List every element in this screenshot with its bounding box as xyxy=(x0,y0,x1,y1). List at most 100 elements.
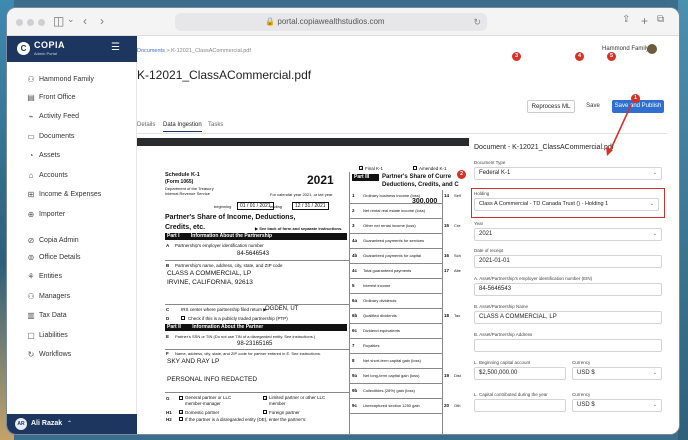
part3-tag: Part III xyxy=(352,174,379,181)
page-title: K-12021_ClassACommercial.pdf xyxy=(137,68,312,82)
line-divider xyxy=(349,353,442,354)
new-tab-icon[interactable]: + xyxy=(641,14,648,28)
sidebar-item-copia-admin[interactable]: ⊘ Copia Admin xyxy=(7,235,137,249)
line-number: 1 xyxy=(352,193,355,198)
amended-k1-label: Amended K-1 xyxy=(419,166,447,171)
sidebar-item-managers[interactable]: ⚇ Managers xyxy=(7,291,137,305)
line-g-letter: G xyxy=(166,396,170,401)
ein-label: A. Asset/Partnership's employer identifi… xyxy=(474,276,593,281)
save-button[interactable]: Save xyxy=(580,100,606,113)
sidebar-item-workflows[interactable]: ↻ Workflows xyxy=(7,349,137,363)
sidebar-item-activity-feed[interactable]: ⌁ Activity Feed xyxy=(7,111,137,125)
sidebar-item-label: Workflows xyxy=(39,351,72,358)
sidebar-item-hammond-family[interactable]: ⚇ Hammond Family xyxy=(7,74,137,88)
line-label: Collectibles (28%) gain (loss) xyxy=(363,388,415,393)
workflow-icon: ↻ xyxy=(27,350,35,359)
line-number: 9a xyxy=(352,373,358,378)
user-menu[interactable]: AR Ali Razak ⌃ xyxy=(7,414,137,434)
document-type-select[interactable]: Federal K-1 ⌄ xyxy=(474,167,662,180)
sidebar-toggle-icon[interactable]: ◫ xyxy=(53,14,64,28)
tab-details[interactable]: Details xyxy=(137,122,155,128)
currency-select[interactable]: USD $ ⌄ xyxy=(572,367,662,380)
share-icon[interactable]: ⇪ xyxy=(622,14,630,25)
family-switcher[interactable]: Hammond Family xyxy=(602,46,649,52)
line-f-letter: F xyxy=(166,351,169,356)
copia-logo-icon: C xyxy=(17,42,30,55)
money-icon: ⊞ xyxy=(27,190,35,199)
line-number: 2 xyxy=(352,208,355,213)
sidebar-item-label: Activity Feed xyxy=(39,113,80,120)
sidebar-item-accounts[interactable]: ⌂ Accounts xyxy=(7,170,137,184)
capital-value: $2,500,000.00 xyxy=(479,370,518,376)
sidebar-item-label: Importer xyxy=(39,211,66,218)
partnership-address-label: B. Asset/Partnership Address xyxy=(474,332,533,337)
line-label: Dividend equivalents xyxy=(363,328,400,333)
irs-text: Internal Revenue Service xyxy=(165,191,210,196)
sidebar-item-office-details[interactable]: ⊚ Office Details xyxy=(7,252,137,266)
sidebar-item-entities[interactable]: ⚘ Entities xyxy=(7,271,137,285)
pdf-viewer[interactable]: Schedule K-1 (Form 1065) Department of t… xyxy=(137,138,472,434)
breadcrumb-documents-link[interactable]: Documents xyxy=(137,48,165,54)
sidebar-item-tax-data[interactable]: ▥ Tax Data xyxy=(7,310,137,324)
line-divider xyxy=(349,263,442,264)
tax-icon: ▥ xyxy=(27,311,35,320)
zoom-window-button[interactable] xyxy=(38,19,45,26)
reprocess-ml-button[interactable]: Reprocess ML xyxy=(527,100,575,113)
minimize-window-button[interactable] xyxy=(27,19,34,26)
chevron-down-icon: ⌄ xyxy=(652,170,657,176)
line-number: 4a xyxy=(352,238,358,243)
sidebar-item-documents[interactable]: ▭ Documents xyxy=(7,131,137,145)
partnership-name-value: CLASS A COMMERCIAL, LP xyxy=(479,314,557,320)
line-h1-letter: H1 xyxy=(166,410,172,415)
sidebar-item-label: Documents xyxy=(39,133,75,140)
user-name: Ali Razak xyxy=(31,420,63,427)
sidebar-item-assets[interactable]: ◔ Assets xyxy=(7,150,137,164)
document-panel: Document - K-12021_ClassACommercial.pdf … xyxy=(469,138,679,434)
irs-center: OGDEN, UT xyxy=(265,306,299,312)
back-icon[interactable]: ‹ xyxy=(83,14,87,28)
reload-icon[interactable]: ↻ xyxy=(473,13,481,31)
liability-icon: ▢ xyxy=(27,331,35,340)
partnership-address-input[interactable] xyxy=(474,339,662,352)
column-divider xyxy=(349,172,350,434)
collapse-menu-icon[interactable]: ☰ xyxy=(111,42,120,53)
contrib-label: L. Capital contributed during the year xyxy=(474,392,548,397)
form-title-2: Credits, etc. xyxy=(165,224,206,231)
bank-icon: ⌂ xyxy=(28,171,34,180)
line-divider xyxy=(349,218,442,219)
line-label: Net short-term capital gain (loss) xyxy=(363,358,421,363)
part1-tag: Part I xyxy=(167,233,180,239)
family-avatar[interactable] xyxy=(647,44,657,54)
capital-input[interactable]: $2,500,000.00 xyxy=(474,367,566,380)
line-sub-number: 17 xyxy=(444,268,450,273)
address-bar[interactable]: 🔒 portal.copiawealthstudios.com ↻ xyxy=(175,13,487,31)
brand-name: COPIA xyxy=(34,40,66,50)
currency-2-select[interactable]: USD $ ⌄ xyxy=(572,399,662,412)
ein-input[interactable]: 84-5646543 xyxy=(474,283,662,296)
sidebar-item-front-office[interactable]: ▤ Front Office xyxy=(7,92,137,106)
sidebar-item-liabilities[interactable]: ▢ Liabilities xyxy=(7,330,137,344)
sidebar-item-income-expenses[interactable]: ⊞ Income & Expenses xyxy=(7,189,137,203)
line-d-label: Check if this is a publicly traded partn… xyxy=(188,316,288,321)
part2-header: Part II Information About the Partner xyxy=(165,324,347,331)
line-divider xyxy=(349,233,442,234)
line-label: Net rental real estate income (loss) xyxy=(363,208,426,213)
partnership-name-input[interactable]: CLASS A COMMERCIAL, LP xyxy=(474,311,662,324)
ein-value: 84-5646543 xyxy=(479,286,512,292)
line-sub-number: 14 xyxy=(444,193,450,198)
line-number: 5 xyxy=(352,283,355,288)
line-sub-number: 20 xyxy=(444,403,450,408)
contrib-input[interactable] xyxy=(474,399,566,412)
holding-select[interactable]: Class A Commercial - TD Canada Trust () … xyxy=(474,198,659,211)
close-window-button[interactable] xyxy=(16,19,23,26)
sidebar-item-importer[interactable]: ⊕ Importer xyxy=(7,209,137,223)
chevron-down-icon: ⌄ xyxy=(652,231,657,237)
tab-tasks[interactable]: Tasks xyxy=(208,122,223,128)
year-select[interactable]: 2021 ⌄ xyxy=(474,228,662,241)
receipt-date-input[interactable]: 2021-01-01 xyxy=(474,255,662,268)
tab-data-ingestion[interactable]: Data Ingestion xyxy=(163,122,202,132)
forward-icon[interactable]: › xyxy=(100,14,104,28)
chevron-down-icon[interactable]: ⌄ xyxy=(67,14,75,25)
tab-overview-icon[interactable]: ⧉ xyxy=(657,14,664,25)
line-divider xyxy=(349,413,442,414)
